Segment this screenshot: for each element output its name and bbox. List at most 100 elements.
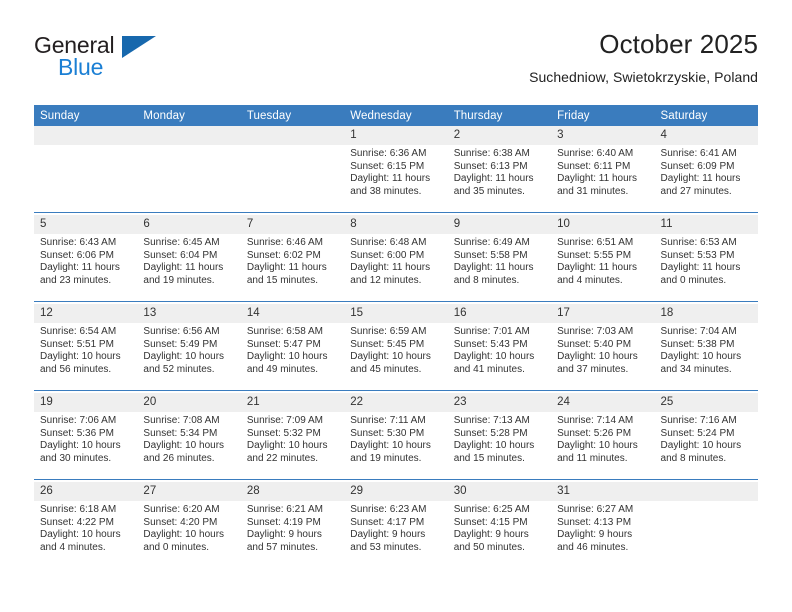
sunrise-text: Sunrise: 6:18 AM (40, 504, 117, 515)
daylight-text-line2: and 22 minutes. (246, 452, 319, 464)
calendar-day-cell[interactable]: 3 Sunrise: 6:40 AM Sunset: 6:11 PM Daylight… (551, 126, 655, 213)
day-sun-info: Sunrise: 6:56 AM Sunset: 5:49 PM Daylight:… (137, 323, 240, 376)
day-number: 29 (344, 482, 448, 501)
calendar-day-cell[interactable]: 1 Sunrise: 6:36 AM Sunset: 6:15 PM Daylight… (344, 126, 448, 213)
calendar-day-cell[interactable]: 14 Sunrise: 6:58 AM Sunset: 5:47 PM Dayligh… (240, 304, 345, 391)
weekday-header-sunday: Sunday (34, 105, 138, 126)
day-sun-info: Sunrise: 7:14 AM Sunset: 5:26 PM Daylight:… (551, 412, 654, 465)
general-blue-logo[interactable]: General Blue (34, 32, 234, 92)
sunrise-text: Sunrise: 6:43 AM (40, 237, 117, 248)
daylight-text-line2: and 15 minutes. (453, 452, 525, 464)
day-sun-info: Sunrise: 7:11 AM Sunset: 5:30 PM Daylight:… (344, 412, 447, 465)
title-block: October 2025 Suchedniow, Swietokrzyskie,… (529, 28, 758, 88)
calendar-day-cell[interactable]: 30 Sunrise: 6:25 AM Sunset: 4:15 PM Dayligh… (447, 482, 552, 568)
day-number (654, 482, 758, 501)
day-sun-info: Sunrise: 7:08 AM Sunset: 5:34 PM Daylight:… (137, 412, 240, 465)
calendar-day-cell[interactable]: 5 Sunrise: 6:43 AM Sunset: 6:06 PM Daylight… (34, 215, 138, 302)
day-sun-info: Sunrise: 6:46 AM Sunset: 6:02 PM Daylight:… (241, 234, 344, 287)
day-number: 3 (551, 126, 655, 145)
daylight-text-line2: and 23 minutes. (40, 274, 112, 286)
sunset-text: Sunset: 6:02 PM (246, 249, 321, 261)
calendar-day-cell[interactable]: 23 Sunrise: 7:13 AM Sunset: 5:28 PM Dayligh… (447, 393, 552, 480)
sunset-text: Sunset: 6:04 PM (143, 249, 218, 261)
calendar-day-cell[interactable]: 29 Sunrise: 6:23 AM Sunset: 4:17 PM Dayligh… (344, 482, 448, 568)
daylight-text-line1: Daylight: 10 hours (143, 351, 225, 363)
calendar-day-cell[interactable]: 6 Sunrise: 6:45 AM Sunset: 6:04 PM Daylight… (137, 215, 241, 302)
daylight-text-line1: Daylight: 9 hours (557, 529, 633, 541)
calendar-day-cell[interactable]: 13 Sunrise: 6:56 AM Sunset: 5:49 PM Dayligh… (137, 304, 241, 391)
daylight-text-line1: Daylight: 10 hours (143, 440, 225, 452)
day-number: 15 (344, 304, 448, 323)
calendar-day-cell[interactable]: 11 Sunrise: 6:53 AM Sunset: 5:53 PM Dayligh… (654, 215, 758, 302)
calendar-day-cell[interactable]: 10 Sunrise: 6:51 AM Sunset: 5:55 PM Dayligh… (551, 215, 655, 302)
daylight-text-line2: and 35 minutes. (453, 185, 525, 197)
day-number: 28 (240, 482, 345, 501)
calendar-day-cell[interactable]: 21 Sunrise: 7:09 AM Sunset: 5:32 PM Dayligh… (240, 393, 345, 480)
calendar-day-cell[interactable]: 25 Sunrise: 7:16 AM Sunset: 5:24 PM Dayligh… (654, 393, 758, 480)
day-sun-info: Sunrise: 6:38 AM Sunset: 6:13 PM Daylight:… (448, 145, 551, 198)
sunset-text: Sunset: 5:24 PM (660, 427, 735, 439)
day-number: 23 (447, 393, 552, 412)
daylight-text-line2: and 11 minutes. (557, 452, 628, 464)
sunrise-text: Sunrise: 7:04 AM (660, 326, 737, 337)
calendar-day-cell[interactable]: 17 Sunrise: 7:03 AM Sunset: 5:40 PM Dayligh… (551, 304, 655, 391)
logo-triangle-icon (122, 36, 156, 58)
calendar-week-row: 26 Sunrise: 6:18 AM Sunset: 4:22 PM Dayligh… (34, 482, 758, 568)
sunset-text: Sunset: 4:20 PM (143, 516, 218, 528)
calendar-day-cell[interactable]: 7 Sunrise: 6:46 AM Sunset: 6:02 PM Daylight… (240, 215, 345, 302)
weekday-header-wednesday: Wednesday (344, 105, 448, 126)
sunrise-text: Sunrise: 6:45 AM (143, 237, 220, 248)
calendar-day-cell[interactable]: 28 Sunrise: 6:21 AM Sunset: 4:19 PM Dayligh… (240, 482, 345, 568)
calendar-day-cell[interactable]: 9 Sunrise: 6:49 AM Sunset: 5:58 PM Daylight… (447, 215, 552, 302)
daylight-text-line2: and 0 minutes. (660, 274, 727, 286)
day-sun-info: Sunrise: 6:59 AM Sunset: 5:45 PM Daylight:… (344, 323, 447, 376)
calendar-day-cell[interactable]: 18 Sunrise: 7:04 AM Sunset: 5:38 PM Dayligh… (654, 304, 758, 391)
daylight-text-line2: and 19 minutes. (143, 274, 215, 286)
sunset-text: Sunset: 4:19 PM (246, 516, 321, 528)
calendar-day-cell[interactable]: 19 Sunrise: 7:06 AM Sunset: 5:36 PM Dayligh… (34, 393, 138, 480)
calendar-day-cell[interactable]: 4 Sunrise: 6:41 AM Sunset: 6:09 PM Daylight… (654, 126, 758, 213)
calendar-day-cell[interactable]: 20 Sunrise: 7:08 AM Sunset: 5:34 PM Dayligh… (137, 393, 241, 480)
calendar-day-cell[interactable]: 27 Sunrise: 6:20 AM Sunset: 4:20 PM Dayligh… (137, 482, 241, 568)
weekday-header-tuesday: Tuesday (240, 105, 345, 126)
daylight-text-line2: and 0 minutes. (143, 541, 210, 553)
day-sun-info: Sunrise: 6:53 AM Sunset: 5:53 PM Daylight:… (655, 234, 758, 287)
sunrise-text: Sunrise: 7:03 AM (557, 326, 634, 337)
sunrise-text: Sunrise: 7:01 AM (453, 326, 530, 337)
daylight-text-line1: Daylight: 11 hours (246, 262, 327, 274)
daylight-text-line1: Daylight: 11 hours (453, 173, 534, 185)
sunrise-sunset-calendar: Sunday Monday Tuesday Wednesday Thursday… (34, 105, 758, 568)
daylight-text-line1: Daylight: 9 hours (453, 529, 529, 541)
day-sun-info: Sunrise: 6:25 AM Sunset: 4:15 PM Daylight:… (448, 501, 551, 554)
calendar-day-cell-empty (34, 126, 138, 213)
daylight-text-line2: and 46 minutes. (557, 541, 629, 553)
daylight-text-line1: Daylight: 9 hours (350, 529, 426, 541)
weekday-header-thursday: Thursday (447, 105, 552, 126)
day-sun-info: Sunrise: 6:40 AM Sunset: 6:11 PM Daylight:… (551, 145, 654, 198)
location-subtitle: Suchedniow, Swietokrzyskie, Poland (529, 69, 758, 85)
sunset-text: Sunset: 5:43 PM (453, 338, 528, 350)
daylight-text-line2: and 45 minutes. (350, 363, 422, 375)
calendar-day-cell[interactable]: 16 Sunrise: 7:01 AM Sunset: 5:43 PM Dayligh… (447, 304, 552, 391)
calendar-day-cell[interactable]: 31 Sunrise: 6:27 AM Sunset: 4:13 PM Dayligh… (551, 482, 655, 568)
daylight-text-line2: and 34 minutes. (660, 363, 732, 375)
daylight-text-line1: Daylight: 10 hours (246, 351, 328, 363)
sunset-text: Sunset: 5:45 PM (350, 338, 425, 350)
sunrise-text: Sunrise: 6:59 AM (350, 326, 427, 337)
daylight-text-line2: and 56 minutes. (40, 363, 112, 375)
calendar-day-cell[interactable]: 22 Sunrise: 7:11 AM Sunset: 5:30 PM Dayligh… (344, 393, 448, 480)
calendar-day-cell[interactable]: 15 Sunrise: 6:59 AM Sunset: 5:45 PM Dayligh… (344, 304, 448, 391)
daylight-text-line1: Daylight: 10 hours (660, 440, 742, 452)
daylight-text-line2: and 27 minutes. (660, 185, 732, 197)
calendar-day-cell[interactable]: 8 Sunrise: 6:48 AM Sunset: 6:00 PM Daylight… (344, 215, 448, 302)
calendar-day-cell[interactable]: 26 Sunrise: 6:18 AM Sunset: 4:22 PM Dayligh… (34, 482, 138, 568)
day-number: 1 (344, 126, 448, 145)
calendar-day-cell[interactable]: 12 Sunrise: 6:54 AM Sunset: 5:51 PM Dayligh… (34, 304, 138, 391)
sunrise-text: Sunrise: 6:23 AM (350, 504, 427, 515)
sunrise-text: Sunrise: 6:40 AM (557, 148, 634, 159)
daylight-text-line1: Daylight: 11 hours (350, 173, 431, 185)
calendar-day-cell[interactable]: 2 Sunrise: 6:38 AM Sunset: 6:13 PM Daylight… (447, 126, 552, 213)
calendar-day-cell-empty (240, 126, 345, 213)
daylight-text-line2: and 37 minutes. (557, 363, 629, 375)
calendar-day-cell[interactable]: 24 Sunrise: 7:14 AM Sunset: 5:26 PM Dayligh… (551, 393, 655, 480)
